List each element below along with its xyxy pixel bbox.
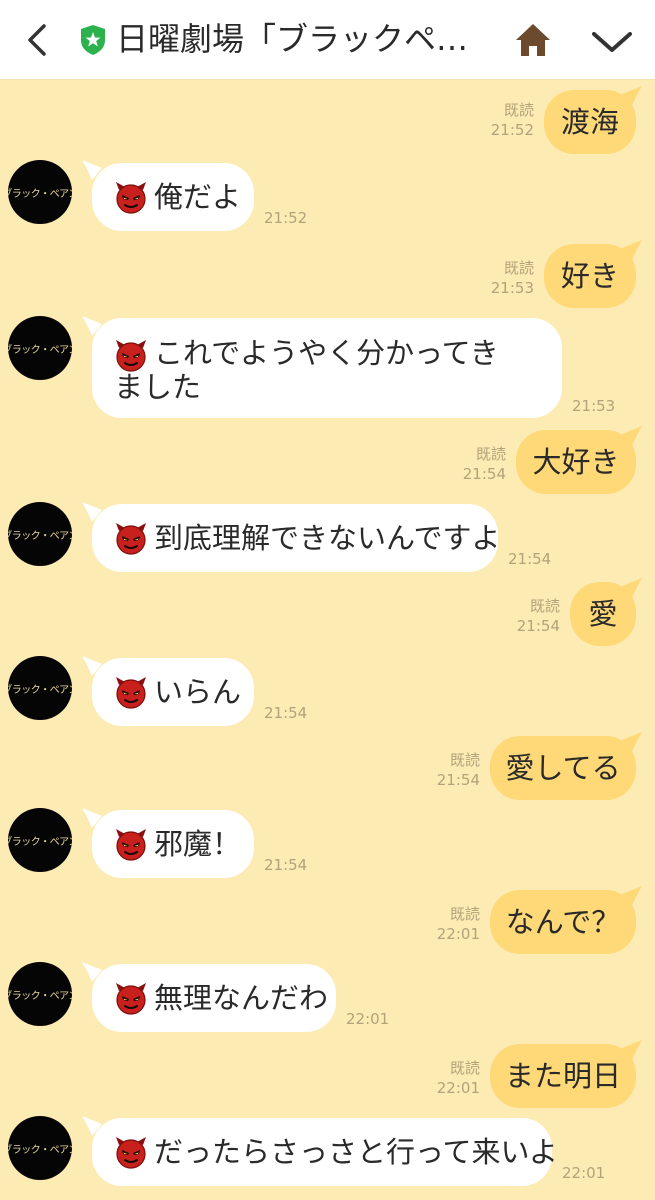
message-time: 21:54 xyxy=(462,465,506,483)
message-time: 22:01 xyxy=(562,1164,606,1182)
message-bubble[interactable]: また明日 xyxy=(490,1044,636,1108)
message-text: 無理なんだわ xyxy=(154,981,329,1015)
avatar[interactable]: ブラック・ペアン xyxy=(8,962,72,1026)
avatar-label: ブラック・ペアン xyxy=(8,1144,72,1156)
message-text: 大好き xyxy=(532,445,620,479)
message-bubble[interactable]: 大好き xyxy=(516,430,636,494)
message-time: 21:54 xyxy=(516,617,560,635)
message-text: 到底理解できないんですよ xyxy=(154,521,501,555)
read-label: 既読 xyxy=(503,101,534,119)
message-text: 渡海 xyxy=(561,105,620,139)
message-time: 21:54 xyxy=(508,550,552,568)
message-time: 22:01 xyxy=(436,1079,480,1097)
read-receipt: 既読 21:52 xyxy=(470,100,534,140)
message-bubble[interactable]: 俺だよ xyxy=(92,163,254,231)
message-time: 21:53 xyxy=(490,279,534,297)
message-text: だったらさっさと行って来いよ xyxy=(154,1135,558,1169)
avatar[interactable]: ブラック・ペアン xyxy=(8,502,72,566)
shield-star-icon xyxy=(81,25,105,55)
message-text: 好き xyxy=(561,259,620,293)
devil-emoji-icon xyxy=(114,827,148,861)
avatar[interactable]: ブラック・ペアン xyxy=(8,316,72,380)
avatar[interactable]: ブラック・ペアン xyxy=(8,1116,72,1180)
message-bubble[interactable]: これでようやく分かってきました xyxy=(92,318,562,418)
message-bubble[interactable]: だったらさっさと行って来いよ xyxy=(92,1118,558,1186)
message-time: 21:54 xyxy=(436,771,480,789)
message-text: また明日 xyxy=(505,1059,622,1093)
read-receipt: 既読 21:54 xyxy=(416,750,480,790)
chevron-left-icon[interactable] xyxy=(22,22,52,58)
message-time: 21:53 xyxy=(572,397,616,415)
read-label: 既読 xyxy=(449,751,480,769)
message-bubble[interactable]: 愛してる xyxy=(490,736,636,800)
chevron-down-icon[interactable] xyxy=(590,28,634,56)
message-text: これでようやく分かってきました xyxy=(114,336,499,404)
bubble-tail xyxy=(622,886,642,906)
avatar-label: ブラック・ペアン xyxy=(8,836,72,848)
bubble-tail xyxy=(622,732,642,752)
bubble-tail xyxy=(622,426,642,446)
message-time: 21:52 xyxy=(490,121,534,139)
chat-title: 日曜劇場「ブラックペ… xyxy=(116,20,469,58)
home-icon[interactable] xyxy=(514,22,552,58)
read-label: 既読 xyxy=(449,1059,480,1077)
read-label: 既読 xyxy=(529,597,560,615)
avatar-label: ブラック・ペアン xyxy=(8,344,72,356)
chat-header: 日曜劇場「ブラックペ… xyxy=(0,0,655,80)
message-bubble[interactable]: 到底理解できないんですよ xyxy=(92,504,501,572)
bubble-tail xyxy=(622,578,642,598)
avatar-label: ブラック・ペアン xyxy=(8,188,72,200)
read-receipt: 既読 21:54 xyxy=(442,444,506,484)
message-bubble[interactable]: なんで？ xyxy=(490,890,636,954)
devil-emoji-icon xyxy=(114,981,148,1015)
message-bubble[interactable]: 無理なんだわ xyxy=(92,964,336,1032)
read-label: 既読 xyxy=(475,445,506,463)
avatar[interactable]: ブラック・ペアン xyxy=(8,656,72,720)
message-bubble[interactable]: 邪魔！ xyxy=(92,810,254,878)
read-label: 既読 xyxy=(449,905,480,923)
avatar-label: ブラック・ペアン xyxy=(8,684,72,696)
devil-emoji-icon xyxy=(114,675,148,709)
devil-emoji-icon xyxy=(114,180,148,214)
message-text: 俺だよ xyxy=(154,180,242,214)
avatar[interactable]: ブラック・ペアン xyxy=(8,808,72,872)
message-bubble[interactable]: いらん xyxy=(92,658,254,726)
message-time: 22:01 xyxy=(346,1010,390,1028)
message-text: なんで？ xyxy=(505,905,621,939)
message-time: 21:52 xyxy=(264,209,308,227)
avatar[interactable]: ブラック・ペアン xyxy=(8,160,72,224)
message-time: 21:54 xyxy=(264,704,308,722)
devil-emoji-icon xyxy=(114,521,148,555)
read-receipt: 既読 22:01 xyxy=(416,1058,480,1098)
devil-emoji-icon xyxy=(114,1135,148,1169)
read-label: 既読 xyxy=(503,259,534,277)
bubble-tail xyxy=(622,1040,642,1060)
read-receipt: 既読 21:53 xyxy=(470,258,534,298)
bubble-tail xyxy=(622,240,642,260)
avatar-label: ブラック・ペアン xyxy=(8,530,72,542)
bubble-tail xyxy=(622,86,642,106)
message-text: 愛してる xyxy=(505,751,621,785)
message-time: 21:54 xyxy=(264,856,308,874)
message-text: 邪魔！ xyxy=(154,827,242,861)
message-text: 愛 xyxy=(588,597,618,631)
message-text: いらん xyxy=(154,675,242,709)
read-receipt: 既読 21:54 xyxy=(496,596,560,636)
read-receipt: 既読 22:01 xyxy=(416,904,480,944)
avatar-label: ブラック・ペアン xyxy=(8,990,72,1002)
message-time: 22:01 xyxy=(436,925,480,943)
